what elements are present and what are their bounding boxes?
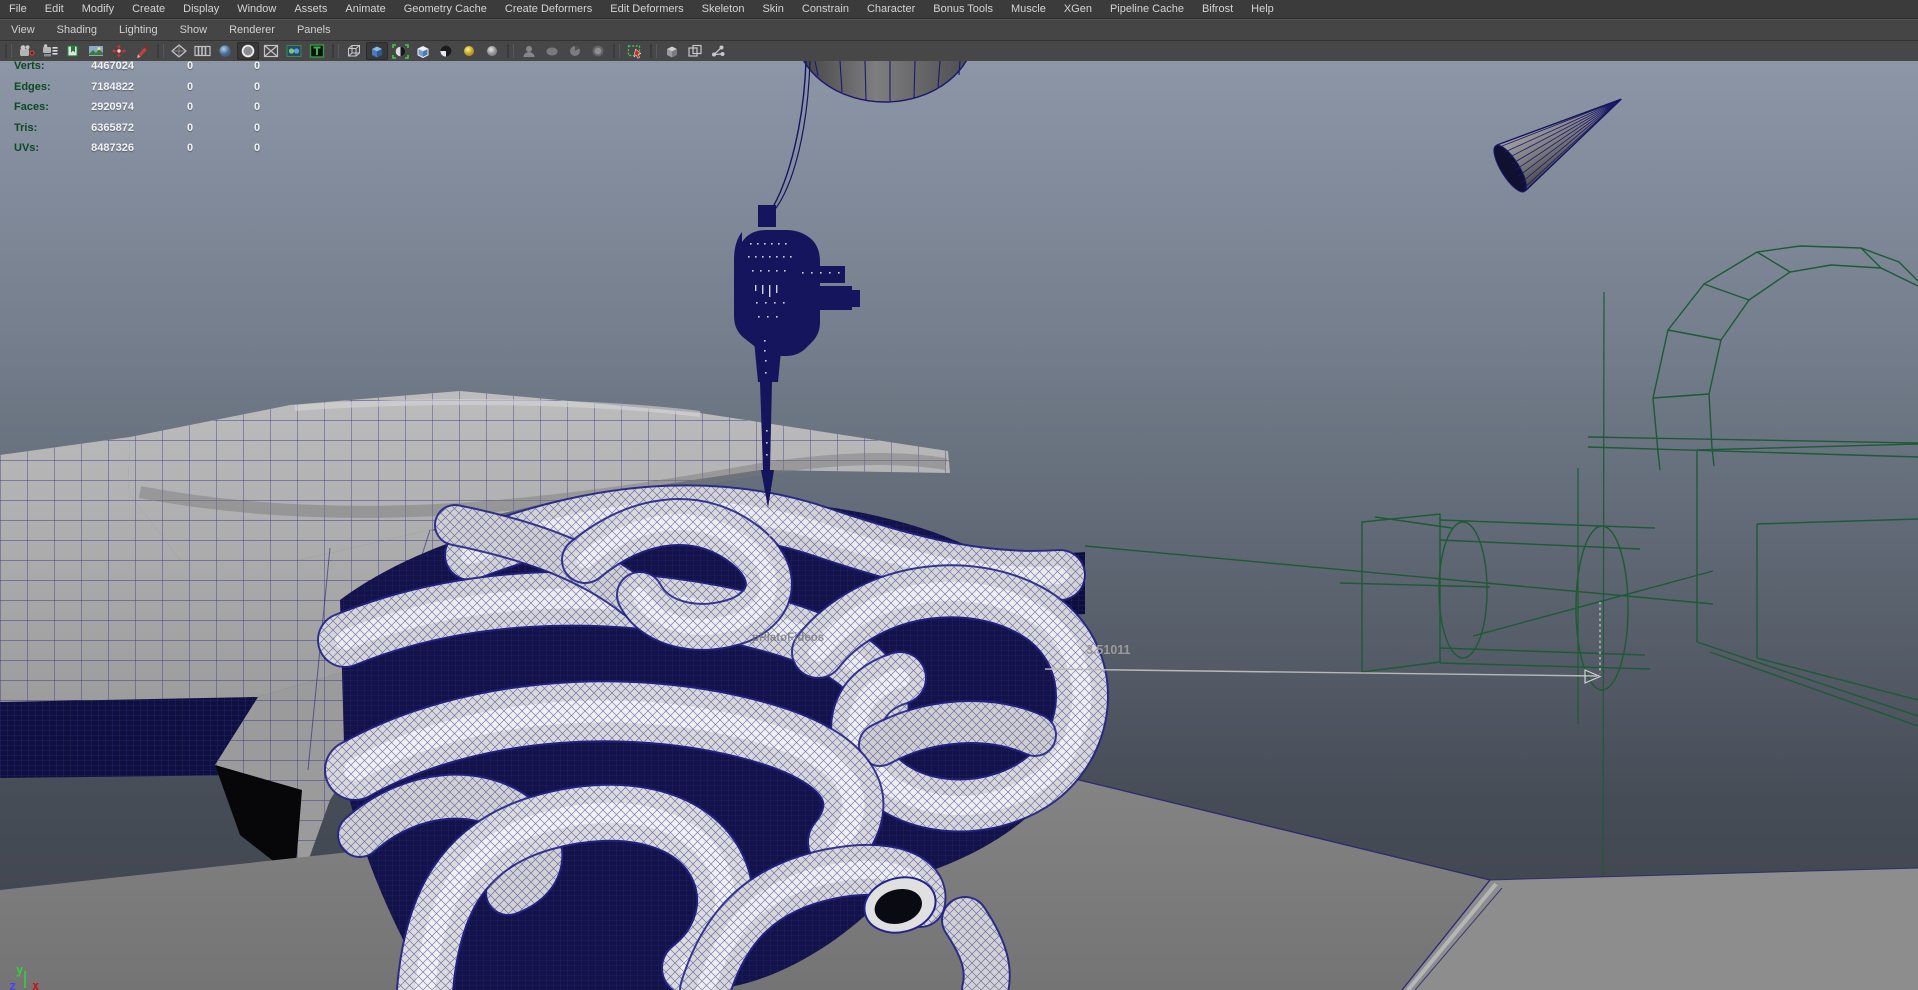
axis-z-label: z [9, 979, 16, 990]
hud-label: Edges: [14, 80, 51, 93]
hud-col2: 0 [186, 142, 194, 154]
hud-col2: 0 [186, 80, 194, 93]
noodles-mesh[interactable] [317, 484, 1109, 990]
gray-light-icon[interactable] [481, 42, 503, 60]
menu-animate[interactable]: Animate [336, 0, 394, 18]
panel-menu-panels[interactable]: Panels [286, 20, 342, 40]
menu-assets[interactable]: Assets [285, 0, 336, 18]
hud-label: Tris: [14, 121, 38, 134]
main-menu-bar: File Edit Modify Create Display Window A… [0, 0, 1918, 19]
hud-row-edges: Edges: 7184822 0 0 [0, 78, 290, 99]
poly-count-hud: Verts: 4467024 0 0 Edges: 7184822 0 0 Fa… [0, 57, 290, 160]
hud-col3: 0 [253, 80, 261, 93]
hud-label: Faces: [14, 101, 49, 113]
ghost-bust-icon[interactable] [518, 42, 540, 60]
panel-menu-shading[interactable]: Shading [46, 20, 108, 40]
hud-total: 6365872 [91, 121, 134, 134]
isolate-select-icon[interactable] [624, 42, 646, 60]
share-nodes-icon[interactable] [707, 42, 729, 60]
menu-skeleton[interactable]: Skeleton [693, 0, 754, 18]
ghost-ellipse-icon[interactable] [541, 42, 563, 60]
hud-label: UVs: [14, 142, 40, 154]
distance-label: 3.51011 [1086, 643, 1131, 657]
toolbar-separator [332, 44, 339, 58]
menu-display[interactable]: Display [174, 0, 228, 18]
cube-frame-icon[interactable] [684, 42, 706, 60]
menu-create[interactable]: Create [123, 0, 174, 18]
hud-row-tris: Tris: 6365872 0 0 [0, 119, 290, 140]
maya-window: File Edit Modify Create Display Window A… [0, 0, 1918, 990]
axis-y-label: y [16, 963, 23, 977]
hud-col3: 0 [253, 60, 261, 72]
hud-total: 8487326 [91, 142, 134, 154]
menu-help[interactable]: Help [1242, 0, 1283, 18]
hud-col2: 0 [186, 121, 194, 134]
menu-window[interactable]: Window [228, 0, 285, 18]
menu-muscle[interactable]: Muscle [1002, 0, 1055, 18]
yellow-light-icon[interactable] [458, 42, 480, 60]
menu-skin[interactable]: Skin [753, 0, 792, 18]
hud-col3: 0 [253, 101, 261, 113]
object-label: pPlatoFideos [752, 632, 824, 644]
toolbar-separator [5, 44, 12, 58]
panel-menu-lighting[interactable]: Lighting [108, 20, 169, 40]
hud-row-uvs: UVs: 8487326 0 0 [0, 139, 290, 160]
hud-col2: 0 [186, 60, 194, 72]
panel-menu-renderer[interactable]: Renderer [218, 20, 286, 40]
panel-menu-bar: View Shading Lighting Show Renderer Pane… [0, 19, 1918, 41]
menu-bifrost[interactable]: Bifrost [1193, 0, 1242, 18]
hud-col3: 0 [253, 121, 261, 134]
menu-edit[interactable]: Edit [36, 0, 73, 18]
hud-col2: 0 [186, 101, 194, 113]
hud-row-verts: Verts: 4467024 0 0 [0, 57, 290, 78]
menu-constrain[interactable]: Constrain [793, 0, 858, 18]
texture-t-icon[interactable] [306, 42, 328, 60]
wire-cube-icon[interactable] [343, 42, 365, 60]
blue-cube-icon[interactable] [366, 42, 388, 60]
menu-modify[interactable]: Modify [73, 0, 123, 18]
hud-total: 4467024 [91, 60, 134, 72]
toolbar-separator [650, 44, 657, 58]
outline-cube-icon[interactable] [412, 42, 434, 60]
menu-edit-deformers[interactable]: Edit Deformers [601, 0, 692, 18]
hud-total: 2920974 [91, 101, 134, 113]
ghost-cut-sphere-icon[interactable] [564, 42, 586, 60]
menu-pipeline-cache[interactable]: Pipeline Cache [1101, 0, 1193, 18]
menu-bonus-tools[interactable]: Bonus Tools [924, 0, 1002, 18]
menu-geometry-cache[interactable]: Geometry Cache [395, 0, 496, 18]
menu-character[interactable]: Character [858, 0, 924, 18]
hud-label: Verts: [14, 60, 45, 72]
panel-menu-view[interactable]: View [0, 20, 46, 40]
hud-total: 7184822 [91, 80, 134, 93]
toolbar-separator [157, 44, 164, 58]
hud-col3: 0 [253, 142, 261, 154]
toolbar-separator [613, 44, 620, 58]
menu-xgen[interactable]: XGen [1055, 0, 1101, 18]
menu-file[interactable]: File [0, 0, 36, 18]
bracket-sphere-icon[interactable] [389, 42, 411, 60]
axis-x-label: x [32, 979, 39, 990]
checker-sphere-icon[interactable] [435, 42, 457, 60]
cube-icon[interactable] [661, 42, 683, 60]
hud-row-faces: Faces: 2920974 0 0 [0, 98, 290, 119]
toolbar-separator [507, 44, 514, 58]
menu-create-deformers[interactable]: Create Deformers [496, 0, 601, 18]
panel-menu-show[interactable]: Show [169, 20, 219, 40]
ghost-blur-sphere-icon[interactable] [587, 42, 609, 60]
viewport-3d[interactable]: 3.51011 pPlatoFideos y z x [0, 61, 1918, 990]
